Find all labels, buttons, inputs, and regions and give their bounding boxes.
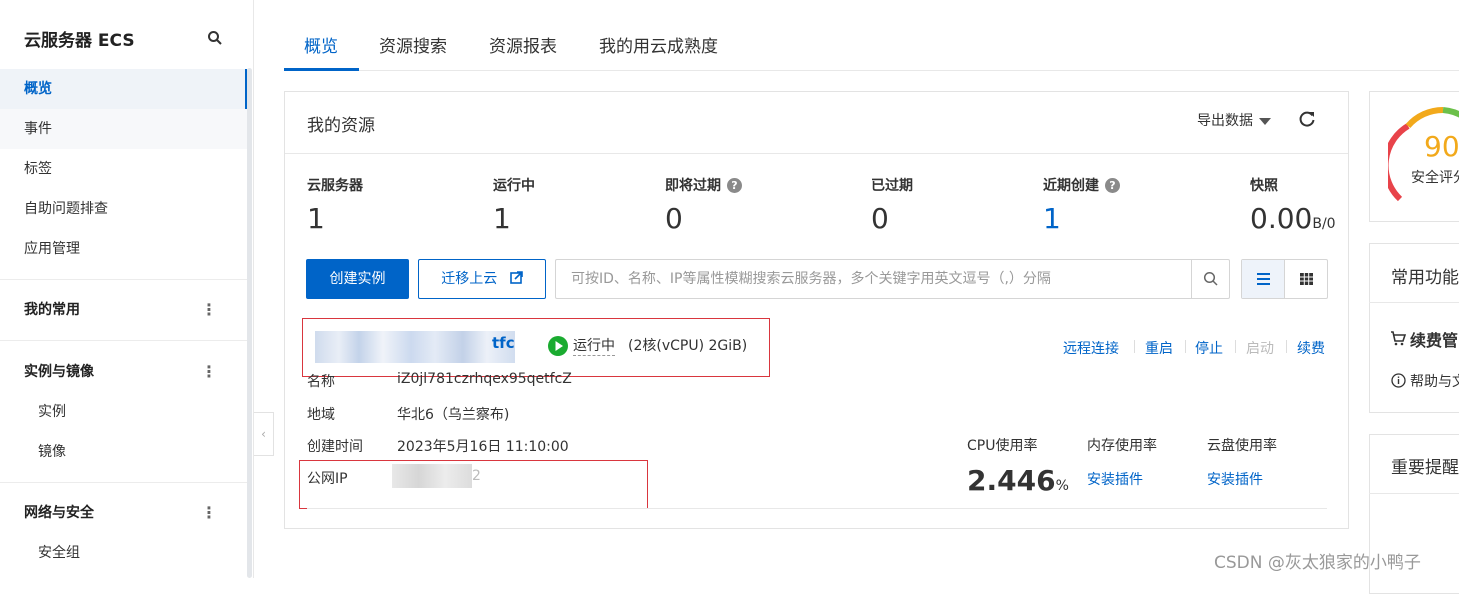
stat-running[interactable]: 运行中 1 xyxy=(493,174,535,235)
divider xyxy=(1369,493,1459,494)
view-toggle xyxy=(1241,259,1328,299)
help-icon[interactable]: ? xyxy=(1105,177,1120,193)
renew-management-link[interactable]: 续费管 xyxy=(1410,327,1458,351)
instance-search-input[interactable] xyxy=(556,260,1190,298)
field-label-name: 名称 xyxy=(307,374,335,390)
sidebar-item-images[interactable]: 镜像 xyxy=(0,432,247,472)
help-icon[interactable]: ? xyxy=(727,177,742,193)
tab-resource-search[interactable]: 资源搜索 xyxy=(379,32,447,70)
remote-connect-link[interactable]: 远程连接 xyxy=(1063,338,1119,358)
disk-install-plugin-link[interactable]: 安装插件 xyxy=(1207,469,1263,489)
caret-down-icon xyxy=(1259,117,1271,125)
divider xyxy=(1369,302,1459,303)
stat-expired[interactable]: 已过期 0 xyxy=(871,174,913,235)
more-icon[interactable]: ⋮ xyxy=(201,352,217,392)
external-link-icon xyxy=(509,271,523,284)
info-icon xyxy=(1391,373,1406,388)
sidebar-item-troubleshoot[interactable]: 自助问题排查 xyxy=(0,189,247,229)
divider xyxy=(0,340,247,341)
cart-icon xyxy=(1391,331,1406,346)
sidebar-item-app-management[interactable]: 应用管理 xyxy=(0,229,247,269)
divider xyxy=(1235,340,1236,353)
start-link[interactable]: 启动 xyxy=(1246,338,1274,358)
highlight-box xyxy=(299,460,648,509)
sidebar-section-network-security[interactable]: 网络与安全 ⋮ xyxy=(0,493,247,533)
panel-header: 我的资源 导出数据 xyxy=(285,92,1348,154)
search-button[interactable] xyxy=(1191,260,1229,298)
panel-title: 我的资源 xyxy=(307,116,375,136)
list-icon xyxy=(1257,273,1270,285)
memory-install-plugin-link[interactable]: 安装插件 xyxy=(1087,469,1143,489)
my-resources-panel: 我的资源 导出数据 云服务器 1 运行中 1 即将过期? 0 已过期 0 近期创… xyxy=(284,91,1349,529)
instance-region: 华北6（乌兰察布) xyxy=(397,407,510,423)
search-icon xyxy=(1203,271,1218,286)
sidebar-title: 云服务器 ECS xyxy=(24,31,135,51)
migrate-to-cloud-button[interactable]: 迁移上云 xyxy=(418,259,546,299)
sidebar-scrollbar[interactable] xyxy=(247,68,252,578)
sidebar-item-events[interactable]: 事件 xyxy=(0,109,247,149)
stat-total-servers[interactable]: 云服务器 1 xyxy=(307,174,363,235)
renew-link[interactable]: 续费 xyxy=(1297,338,1325,358)
more-icon[interactable]: ⋮ xyxy=(201,493,217,533)
tab-overview[interactable]: 概览 xyxy=(304,32,338,70)
instance-created-time: 2023年5月16日 11:10:00 xyxy=(397,439,569,455)
memory-usage-label: 内存使用率 xyxy=(1087,438,1157,454)
sidebar-item-security-groups[interactable]: 安全组 xyxy=(0,533,247,573)
divider xyxy=(1286,340,1287,353)
divider xyxy=(1134,340,1135,353)
instance-search xyxy=(555,259,1230,299)
sidebar-item-instances[interactable]: 实例 xyxy=(0,392,247,432)
divider xyxy=(0,482,247,483)
search-icon[interactable] xyxy=(207,30,223,46)
tab-bar: 概览 资源搜索 资源报表 我的用云成熟度 xyxy=(284,24,1459,71)
common-functions-title: 常用功能 xyxy=(1391,268,1459,288)
instance-id: iZ0jl781czrhqex95qetfcZ xyxy=(397,371,572,387)
field-label-created: 创建时间 xyxy=(307,439,363,455)
export-data-dropdown[interactable]: 导出数据 xyxy=(1197,110,1271,130)
stat-snapshots[interactable]: 快照 0.00B/0 xyxy=(1250,174,1336,235)
divider xyxy=(0,279,247,280)
stop-link[interactable]: 停止 xyxy=(1195,338,1223,358)
security-score-label: 安全评分 xyxy=(1411,170,1459,186)
cpu-usage-label: CPU使用率 xyxy=(967,438,1038,454)
sidebar-collapse-button[interactable]: ‹ xyxy=(254,412,274,456)
field-label-region: 地域 xyxy=(307,407,335,423)
sidebar-item-tags[interactable]: 标签 xyxy=(0,149,247,189)
highlight-box xyxy=(302,318,770,377)
tab-resource-report[interactable]: 资源报表 xyxy=(489,32,557,70)
important-reminders-title: 重要提醒 xyxy=(1391,458,1459,478)
divider xyxy=(1185,340,1186,353)
security-score-value: 90 xyxy=(1424,130,1459,163)
sidebar: 云服务器 ECS 概览 事件 标签 自助问题排查 应用管理 我的常用 ⋮ 实例与… xyxy=(0,0,254,578)
restart-link[interactable]: 重启 xyxy=(1145,338,1173,358)
disk-usage-label: 云盘使用率 xyxy=(1207,438,1277,454)
watermark: CSDN @灰太狼家的小鸭子 xyxy=(1214,553,1421,573)
divider xyxy=(307,508,1327,509)
create-instance-button[interactable]: 创建实例 xyxy=(306,259,409,299)
list-view-button[interactable] xyxy=(1242,260,1285,298)
grid-view-button[interactable] xyxy=(1285,260,1327,298)
refresh-icon[interactable] xyxy=(1297,109,1317,129)
grid-icon xyxy=(1300,273,1313,285)
stat-expiring[interactable]: 即将过期? 0 xyxy=(665,174,742,235)
help-docs-link[interactable]: 帮助与文 xyxy=(1410,371,1459,391)
tab-cloud-maturity[interactable]: 我的用云成熟度 xyxy=(599,32,718,70)
stat-recently-created[interactable]: 近期创建? 1 xyxy=(1043,174,1120,235)
cpu-usage-value: 2.446% xyxy=(967,464,1069,497)
more-icon[interactable]: ⋮ xyxy=(201,290,217,330)
sidebar-section-instances-images[interactable]: 实例与镜像 ⋮ xyxy=(0,352,247,392)
sidebar-item-overview[interactable]: 概览 xyxy=(0,69,247,109)
active-tab-indicator xyxy=(284,68,359,71)
sidebar-section-favorites[interactable]: 我的常用 ⋮ xyxy=(0,290,247,330)
